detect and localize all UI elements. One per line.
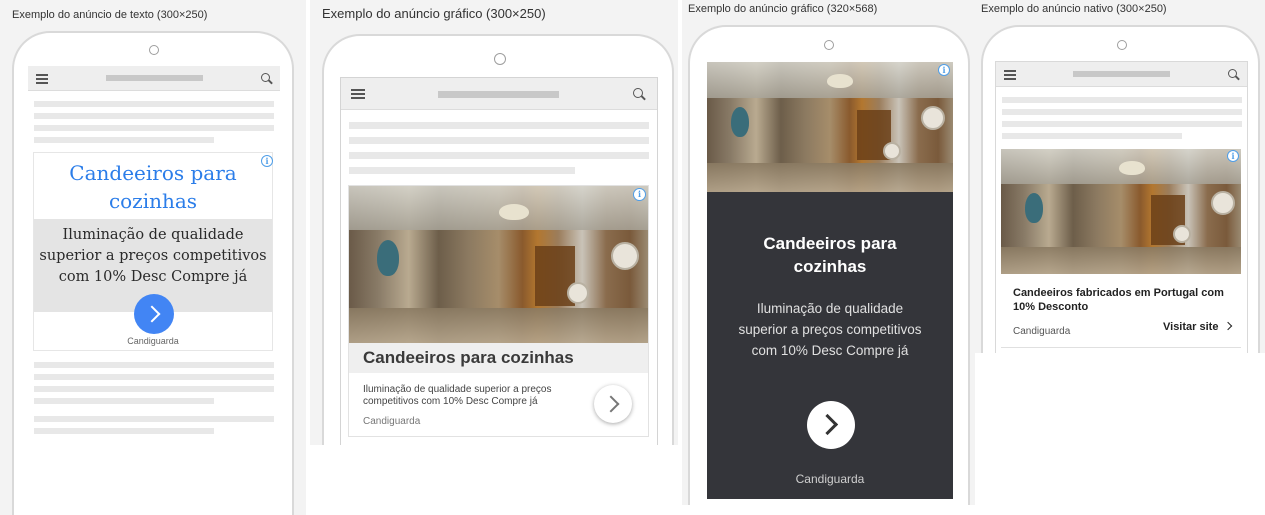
ad-image[interactable] — [1001, 149, 1241, 274]
ad-description-line: Iluminação de qualidade superior a preço… — [363, 384, 552, 395]
ad-image[interactable] — [707, 62, 953, 192]
phone-screen: i Candeeiros para cozinhas Iluminação de… — [28, 66, 280, 515]
native-ad-headline[interactable]: Candeeiros fabricados em Portugal com 10… — [1013, 286, 1224, 314]
ad-description-line: com 10% Desc Compre já — [58, 269, 248, 285]
phone-screen: i Candeeiros para cozinhas Iluminação de… — [340, 77, 658, 445]
ad-description-line: Iluminação de qualidade — [756, 301, 904, 316]
placeholder-line — [34, 125, 274, 131]
url-bar[interactable] — [106, 75, 203, 81]
tall-image-ad-example-panel: Exemplo do anúncio gráfico (320×568) i C… — [682, 0, 975, 505]
ad-headline-line: Candeeiros para — [763, 234, 897, 253]
visit-site-label: Visitar site — [1163, 321, 1219, 333]
placeholder-line — [34, 416, 274, 422]
ad-description: Iluminação de qualidade superior a preço… — [34, 225, 272, 288]
native-ad-example-panel: Exemplo do anúncio nativo (300×250) i Ca… — [975, 0, 1265, 353]
ad-advertiser[interactable]: Candiguarda — [707, 472, 953, 486]
native-ad-unit[interactable]: i Candeeiros fabricados em Portugal com … — [1001, 149, 1242, 349]
ad-description-line: Iluminação de qualidade — [62, 227, 244, 243]
chevron-right-icon — [602, 395, 620, 413]
native-ad-caption: Exemplo do anúncio nativo (300×250) — [981, 3, 1167, 15]
phone-camera-icon — [1117, 40, 1127, 50]
phone-mockup: i Candeeiros para cozinhas Iluminação de… — [688, 25, 970, 505]
placeholder-line — [34, 101, 274, 107]
phone-mockup: i Candeeiros fabricados em Portugal com … — [981, 25, 1260, 353]
placeholder-line — [349, 122, 649, 129]
placeholder-line — [34, 386, 274, 392]
ad-headline[interactable]: Candeeiros para cozinhas — [34, 159, 272, 215]
ad-headline[interactable]: Candeeiros para cozinhas — [707, 232, 953, 278]
phone-screen: i Candeeiros fabricados em Portugal com … — [995, 61, 1248, 353]
ad-description: Iluminação de qualidade superior a preço… — [707, 298, 953, 361]
phone-camera-icon — [149, 45, 159, 55]
ad-info-icon[interactable]: i — [938, 64, 950, 76]
placeholder-line — [34, 428, 214, 434]
browser-toolbar — [996, 62, 1247, 87]
ad-image[interactable] — [349, 186, 648, 343]
placeholder-line — [1002, 133, 1182, 139]
phone-mockup: i Candeeiros para cozinhas Iluminação de… — [322, 34, 674, 445]
placeholder-line — [1002, 121, 1242, 127]
ad-headline-line: cozinhas — [793, 257, 867, 276]
search-icon[interactable] — [1228, 69, 1237, 78]
url-bar[interactable] — [1073, 71, 1170, 77]
placeholder-line — [1002, 97, 1242, 103]
placeholder-line — [349, 152, 649, 159]
chevron-right-icon — [1223, 321, 1232, 331]
ad-cta-button[interactable] — [134, 294, 174, 334]
phone-mockup: i Candeeiros para cozinhas Iluminação de… — [12, 31, 294, 515]
ad-info-icon[interactable]: i — [633, 188, 646, 201]
placeholder-line — [34, 398, 214, 404]
ad-advertiser[interactable]: Candiguarda — [34, 336, 272, 346]
ad-headline[interactable]: Candeeiros para cozinhas — [363, 348, 574, 368]
image-ad-example-panel: Exemplo do anúncio gráfico (300×250) i C… — [310, 0, 678, 445]
placeholder-line — [34, 362, 274, 368]
ad-description-line: com 10% Desc Compre já — [751, 343, 909, 358]
text-ad-example-panel: Exemplo do anúncio de texto (300×250) i … — [0, 0, 306, 515]
ad-description-line: competitivos com 10% Desc Compre já — [363, 396, 538, 407]
placeholder-line — [34, 374, 274, 380]
search-icon[interactable] — [261, 73, 270, 82]
image-ad-unit[interactable]: i Candeeiros para cozinhas Iluminação de… — [348, 185, 649, 437]
placeholder-line — [34, 113, 274, 119]
ad-description: Iluminação de qualidade superior a preço… — [363, 384, 551, 408]
browser-toolbar — [341, 78, 657, 110]
native-ad-headline-line: 10% Desconto — [1013, 301, 1089, 313]
image-ad-caption: Exemplo do anúncio gráfico (300×250) — [322, 6, 546, 21]
ad-description-line: superior a preços competitivos — [39, 248, 267, 264]
placeholder-line — [1002, 109, 1242, 115]
phone-camera-icon — [494, 53, 506, 65]
browser-toolbar — [28, 66, 280, 91]
tall-image-ad-caption: Exemplo do anúncio gráfico (320×568) — [688, 3, 878, 15]
tall-image-ad-unit[interactable]: i Candeeiros para cozinhas Iluminação de… — [707, 62, 953, 499]
menu-icon[interactable] — [1004, 70, 1016, 82]
menu-icon[interactable] — [36, 74, 48, 86]
ad-headline-line: Candeeiros para — [69, 161, 237, 185]
ad-description-line: superior a preços competitivos — [738, 322, 922, 337]
placeholder-line — [349, 137, 649, 144]
chevron-right-icon — [143, 305, 161, 323]
ad-advertiser[interactable]: Candiguarda — [363, 416, 420, 427]
visit-site-link[interactable]: Visitar site — [1163, 321, 1232, 333]
ad-info-icon[interactable]: i — [1227, 150, 1239, 162]
ad-advertiser[interactable]: Candiguarda — [1013, 326, 1070, 337]
url-bar[interactable] — [438, 91, 559, 98]
menu-icon[interactable] — [351, 89, 365, 101]
placeholder-line — [34, 137, 214, 143]
text-ad-unit[interactable]: i Candeeiros para cozinhas Iluminação de… — [33, 152, 273, 351]
native-ad-headline-line: Candeeiros fabricados em Portugal com — [1013, 287, 1224, 299]
ad-headline-line: cozinhas — [108, 189, 198, 213]
ad-cta-button[interactable] — [807, 401, 855, 449]
ad-cta-button[interactable] — [594, 385, 632, 423]
placeholder-line — [349, 167, 575, 174]
chevron-right-icon — [816, 413, 839, 436]
text-ad-caption: Exemplo do anúncio de texto (300×250) — [12, 9, 208, 21]
search-icon[interactable] — [633, 88, 643, 98]
phone-camera-icon — [824, 40, 834, 50]
native-ad-divider — [1001, 347, 1241, 348]
